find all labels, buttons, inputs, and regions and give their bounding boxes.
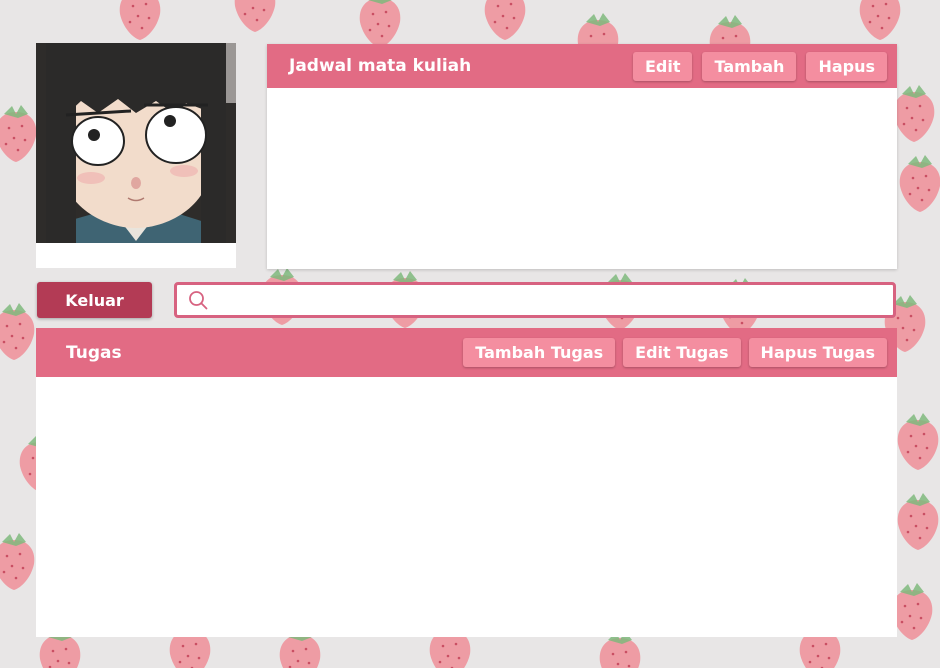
edit-task-button[interactable]: Edit Tugas (623, 338, 741, 367)
schedule-panel: Jadwal mata kuliah Edit Tambah Hapus (267, 44, 897, 269)
delete-task-button[interactable]: Hapus Tugas (748, 338, 887, 367)
search-icon (189, 291, 208, 310)
tasks-list[interactable] (36, 377, 897, 637)
tasks-title: Tugas (66, 342, 122, 363)
add-task-button[interactable]: Tambah Tugas (463, 338, 616, 367)
delete-schedule-button[interactable]: Hapus (806, 51, 887, 81)
search-box[interactable] (174, 282, 896, 318)
add-schedule-button[interactable]: Tambah (702, 51, 797, 81)
tasks-panel: Tugas Tambah Tugas Edit Tugas Hapus Tuga… (36, 328, 897, 637)
logout-button[interactable]: Keluar (37, 282, 152, 318)
profile-avatar-card (36, 43, 236, 268)
tasks-header: Tugas Tambah Tugas Edit Tugas Hapus Tuga… (36, 328, 897, 377)
search-input[interactable] (216, 287, 893, 313)
schedule-title: Jadwal mata kuliah (289, 56, 472, 76)
edit-schedule-button[interactable]: Edit (632, 51, 693, 81)
schedule-list[interactable] (267, 88, 897, 269)
schedule-header: Jadwal mata kuliah Edit Tambah Hapus (267, 44, 897, 88)
avatar (36, 43, 236, 243)
